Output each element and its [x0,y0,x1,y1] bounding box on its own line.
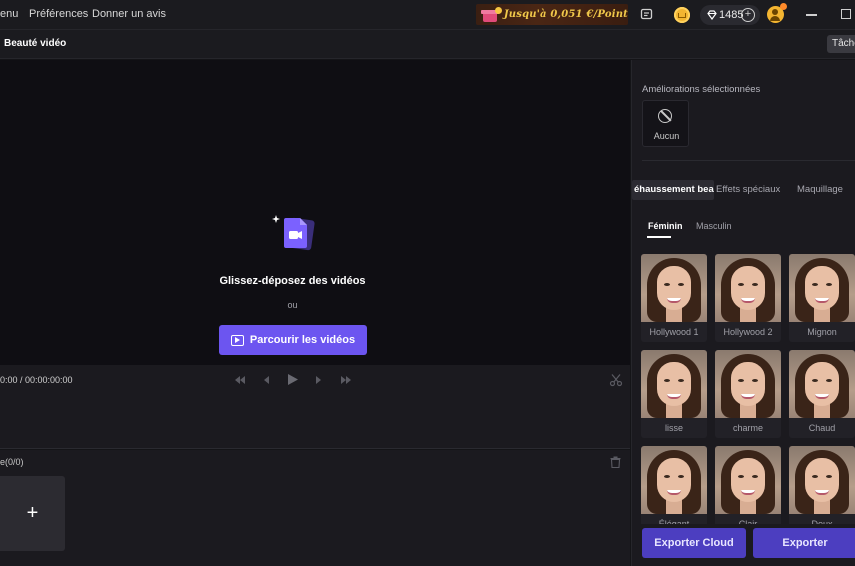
skip-start-icon[interactable] [234,375,246,385]
ban-icon [658,109,672,123]
divider [642,160,855,161]
play-file-icon [230,334,244,346]
badge-icon [780,3,787,10]
none-label: Aucun [653,131,680,141]
chat-icon[interactable] [640,8,654,22]
title-bar: Beauté vidéo Tâche [0,30,855,59]
panel-tabs: éhaussement beauté Effets spéciaux Maqui… [632,180,855,200]
tab-female[interactable]: Féminin [648,221,683,231]
page-title: Beauté vidéo [4,38,67,49]
promo-banner[interactable]: Jusqu'à 0,051 €/Point [476,4,628,25]
preset-label: Élégant [641,514,707,524]
preset-tile[interactable]: Élégant [641,446,707,524]
selected-enhancements-label: Améliorations sélectionnées [642,84,761,95]
preset-tile[interactable]: lisse [641,350,707,438]
preset-tile[interactable]: Clair [715,446,781,524]
trash-icon[interactable] [610,456,621,468]
export-cloud-button[interactable]: Exporter Cloud [642,528,746,558]
menu-item-feedback[interactable]: Donner un avis [92,8,166,20]
step-forward-icon[interactable] [315,375,323,385]
add-video-button[interactable]: + [0,476,65,551]
playback-controls: 0:00 / 00:00:00:00 [0,365,630,449]
face-thumbnail [715,350,781,418]
preset-tile[interactable]: Hollywood 2 [715,254,781,342]
preset-label: Chaud [789,418,855,438]
preset-label: Hollywood 2 [715,322,781,342]
preset-tile[interactable]: Hollywood 1 [641,254,707,342]
export-button[interactable]: Exporter [753,528,855,558]
gift-icon [481,6,502,23]
none-option[interactable]: Aucun [642,100,689,147]
menu-item-preferences[interactable]: Préférences [29,8,88,20]
tab-makeup[interactable]: Maquillage [797,180,843,200]
step-back-icon[interactable] [262,375,270,385]
preset-label: Mignon [789,322,855,342]
preset-label: lisse [641,418,707,438]
face-thumbnail [715,446,781,514]
tab-beauty[interactable]: éhaussement beauté [632,180,714,200]
active-tab-indicator [647,236,671,238]
points-count: 1485 [719,9,744,21]
face-thumbnail [641,350,707,418]
preset-label: Clair [715,514,781,524]
tasks-button[interactable]: Tâche [827,35,855,53]
coin-icon[interactable] [674,7,690,23]
face-thumbnail [789,350,855,418]
skip-end-icon[interactable] [340,375,352,385]
face-thumbnail [789,254,855,322]
diamond-icon [707,10,717,20]
top-menu-bar: enu Préférences Donner un avis Jusqu'à 0… [0,0,855,30]
play-icon[interactable] [287,373,299,386]
face-thumbnail [715,254,781,322]
face-thumbnail [641,254,707,322]
or-label: ou [287,300,298,310]
tab-male[interactable]: Masculin [696,221,732,231]
video-drop-zone[interactable]: Glissez-déposez des vidéos ou Parcourir … [0,60,630,365]
maximize-icon[interactable] [841,9,851,19]
tab-effects[interactable]: Effets spéciaux [716,180,780,200]
browse-videos-button[interactable]: Parcourir les vidéos [219,325,367,355]
promo-label: Jusqu'à 0,051 €/Point [503,9,628,20]
clip-list: e(0/0) + [0,450,630,566]
minimize-icon[interactable] [806,14,817,16]
clip-count: e(0/0) [0,457,24,467]
preset-label: Doux [789,514,855,524]
preset-tile[interactable]: Doux [789,446,855,524]
drop-title: Glissez-déposez des vidéos [219,275,366,287]
preset-tile[interactable]: Mignon [789,254,855,342]
face-thumbnail [789,446,855,514]
browse-videos-label: Parcourir les vidéos [249,334,356,346]
face-thumbnail [641,446,707,514]
video-file-icon [272,215,315,251]
points-balance[interactable]: 1485 + [700,5,760,25]
enhancement-panel: Améliorations sélectionnées Aucun éhauss… [631,60,855,566]
preset-tile[interactable]: Chaud [789,350,855,438]
avatar[interactable] [767,3,787,23]
preset-tile[interactable]: charme [715,350,781,438]
preset-label: Hollywood 1 [641,322,707,342]
preset-label: charme [715,418,781,438]
scissors-icon[interactable] [609,373,623,387]
add-points-button[interactable]: + [741,8,755,22]
preset-grid: Hollywood 1 Hollywood 2 Mignon lisse charme C… [641,254,855,524]
menu-item-menu[interactable]: enu [0,8,18,20]
timecode: 0:00 / 00:00:00:00 [0,375,73,385]
